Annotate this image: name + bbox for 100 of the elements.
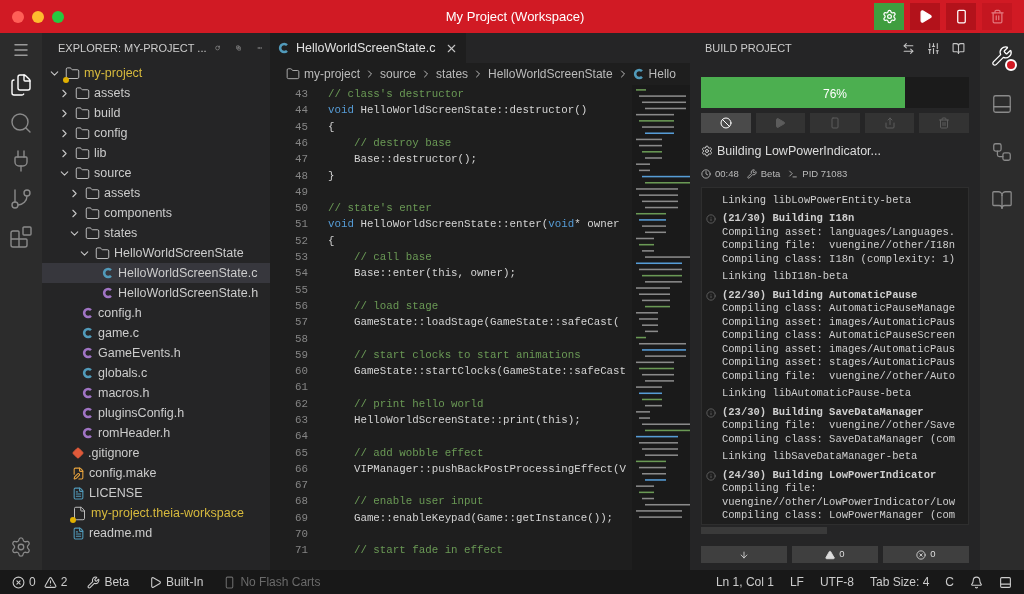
diamond-icon bbox=[72, 447, 84, 459]
c-file-icon bbox=[82, 407, 94, 419]
tree-item[interactable]: assets bbox=[42, 83, 270, 103]
tree-item[interactable]: readme.md bbox=[42, 523, 270, 543]
toolbar-button[interactable] bbox=[946, 3, 976, 30]
file-name: my-project bbox=[84, 64, 143, 82]
book-icon[interactable] bbox=[952, 41, 965, 55]
tree-item[interactable]: romHeader.h bbox=[42, 423, 270, 443]
toolbar-button[interactable] bbox=[910, 3, 940, 30]
settings-icon[interactable] bbox=[10, 536, 32, 558]
info-icon bbox=[706, 214, 716, 225]
log-line: Linking libI18n-beta bbox=[722, 269, 849, 285]
status-item[interactable]: LF bbox=[789, 573, 804, 591]
tree-item[interactable]: assets bbox=[42, 183, 270, 203]
file-name: assets bbox=[94, 84, 131, 102]
diagram-icon[interactable] bbox=[991, 141, 1013, 163]
breadcrumb-item[interactable]: Hello bbox=[648, 65, 676, 83]
breadcrumb-item[interactable]: states bbox=[436, 65, 469, 83]
line-number: 52 bbox=[294, 233, 308, 249]
code-line: } bbox=[327, 168, 335, 184]
log-filter-button[interactable]: 0 bbox=[792, 546, 878, 563]
tree-item[interactable]: HelloWorldScreenState.h bbox=[42, 283, 270, 303]
branch-icon[interactable] bbox=[9, 187, 33, 211]
sliders-icon[interactable] bbox=[927, 41, 940, 55]
file-name: globals.c bbox=[98, 364, 148, 382]
tree-item[interactable]: my-project.theia-workspace bbox=[42, 503, 270, 523]
minimap[interactable] bbox=[632, 85, 690, 570]
line-number: 71 bbox=[294, 543, 308, 559]
tree-item[interactable]: LICENSE bbox=[42, 483, 270, 503]
log-line: Compiling asset: stages/AutomaticPaus bbox=[722, 355, 956, 371]
info-icon bbox=[706, 290, 716, 301]
status-item[interactable]: Beta bbox=[87, 573, 130, 591]
breadcrumb-item[interactable]: source bbox=[380, 65, 417, 83]
line-number: 62 bbox=[294, 396, 308, 412]
tree-item[interactable]: config.make bbox=[42, 463, 270, 483]
tree-item[interactable]: pluginsConfig.h bbox=[42, 403, 270, 423]
line-number: 70 bbox=[294, 527, 308, 543]
zoom-window-button[interactable] bbox=[52, 10, 64, 23]
c-file-icon bbox=[102, 267, 114, 279]
info-icon bbox=[706, 470, 716, 481]
tree-item[interactable]: macros.h bbox=[42, 383, 270, 403]
status-item[interactable]: Built-In bbox=[149, 573, 204, 591]
folder-icon bbox=[65, 65, 80, 81]
log-line: Linking libSaveDataManager-beta bbox=[722, 449, 918, 465]
status-item[interactable]: C bbox=[945, 573, 954, 591]
blocks-icon[interactable] bbox=[9, 225, 33, 249]
log-line: (21/30) Building I18n bbox=[722, 211, 855, 227]
file-name: readme.md bbox=[89, 524, 153, 542]
c-file-icon bbox=[102, 287, 114, 299]
status-item[interactable]: Tab Size: 4 bbox=[869, 573, 930, 591]
search-icon[interactable] bbox=[9, 111, 33, 135]
files-icon[interactable] bbox=[9, 73, 33, 97]
folder-icon bbox=[75, 145, 90, 161]
line-number: 55 bbox=[294, 282, 308, 298]
tree-item[interactable]: HelloWorldScreenState bbox=[42, 243, 270, 263]
file-name: macros.h bbox=[98, 384, 150, 402]
minimize-window-button[interactable] bbox=[32, 10, 44, 23]
tree-item[interactable]: HelloWorldScreenState.c bbox=[42, 263, 270, 283]
status-item[interactable]: Ln 1, Col 1 bbox=[715, 573, 774, 591]
tree-item[interactable]: components bbox=[42, 203, 270, 223]
build-control-button[interactable] bbox=[701, 113, 751, 133]
c-file-icon bbox=[82, 427, 94, 439]
breadcrumb-item[interactable]: my-project bbox=[304, 65, 360, 83]
line-number: 67 bbox=[294, 478, 308, 494]
log-line: Compiling file: bbox=[722, 481, 817, 497]
tree-item[interactable]: my-project bbox=[42, 63, 270, 83]
tree-item[interactable]: build bbox=[42, 103, 270, 123]
tree-item[interactable]: game.c bbox=[42, 323, 270, 343]
log-line: Compiling file: vuengine//other/I18n bbox=[722, 238, 956, 254]
tree-item[interactable]: config bbox=[42, 123, 270, 143]
code-line: Base::destructor(); bbox=[352, 152, 478, 168]
tree-item[interactable]: config.h bbox=[42, 303, 270, 323]
folder-icon bbox=[75, 165, 90, 181]
problems-indicator[interactable]: 0 2 bbox=[12, 573, 68, 591]
arrow-down-icon bbox=[739, 549, 749, 560]
menu-icon[interactable] bbox=[12, 41, 30, 59]
tree-item[interactable]: GameEvents.h bbox=[42, 343, 270, 363]
tree-item[interactable]: globals.c bbox=[42, 363, 270, 383]
file-name: LICENSE bbox=[89, 484, 143, 502]
code-line: HelloWorldScreenState::print(this); bbox=[352, 413, 581, 428]
tree-item[interactable]: states bbox=[42, 223, 270, 243]
file-name: states bbox=[104, 224, 138, 242]
bell-icon[interactable] bbox=[970, 575, 983, 589]
line-number: 54 bbox=[294, 266, 308, 282]
tree-item[interactable]: source bbox=[42, 163, 270, 183]
tree-item[interactable]: lib bbox=[42, 143, 270, 163]
status-item[interactable]: UTF-8 bbox=[819, 573, 854, 591]
book-icon[interactable] bbox=[991, 189, 1013, 211]
panel-icon[interactable] bbox=[999, 575, 1012, 589]
file-name: HelloWorldScreenState bbox=[114, 244, 244, 262]
code-line: Game::enableKeypad(Game::getInstance()); bbox=[352, 510, 614, 526]
breadcrumb-item[interactable]: HelloWorldScreenState bbox=[488, 65, 613, 83]
line-number: 61 bbox=[294, 380, 308, 396]
line-number: 66 bbox=[294, 461, 308, 477]
toolbar-button[interactable] bbox=[874, 3, 904, 30]
folder-icon bbox=[85, 225, 100, 241]
log-filter-button[interactable]: 0 bbox=[883, 546, 969, 563]
arrows-icon[interactable] bbox=[902, 41, 915, 55]
tree-item[interactable]: .gitignore bbox=[42, 443, 270, 463]
editor-tab[interactable]: HelloWorldScreenState.c bbox=[270, 33, 467, 63]
